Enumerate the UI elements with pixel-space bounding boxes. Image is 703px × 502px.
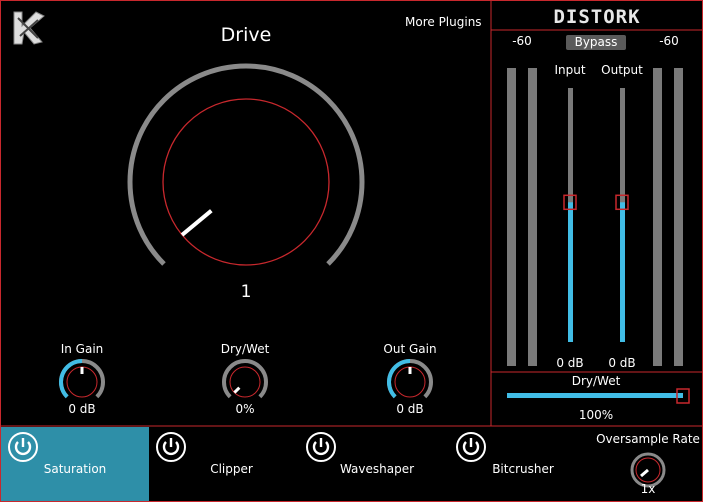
- meters-panel: [507, 68, 683, 366]
- dry-wet-knob-value: 0%: [235, 402, 255, 416]
- tab-label: Clipper: [210, 462, 253, 476]
- tab-clipper[interactable]: Clipper: [149, 427, 299, 501]
- knob-fill: [59, 359, 83, 399]
- left-meter-bar-1: [507, 68, 516, 366]
- input-fader-fill: [568, 202, 573, 342]
- tab-waveshaper[interactable]: Waveshaper: [299, 427, 449, 501]
- drive-value: 1: [240, 282, 252, 302]
- left-meter-bar-2: [528, 68, 537, 366]
- tab-label: Waveshaper: [339, 462, 415, 476]
- in-gain-knob-value: 0 dB: [68, 402, 96, 416]
- tab-saturation[interactable]: Saturation: [1, 427, 149, 501]
- drive-knob[interactable]: [120, 55, 370, 295]
- tab-label: Saturation: [43, 462, 107, 476]
- power-icon: [306, 432, 336, 462]
- power-icon: [8, 432, 38, 462]
- power-icon: [456, 432, 486, 462]
- oversample-label: Oversample Rate: [596, 432, 700, 446]
- knob-fill: [387, 359, 411, 399]
- input-value: 0 dB: [556, 356, 584, 370]
- output-value: 0 dB: [608, 356, 636, 370]
- output-fader-fill: [620, 202, 625, 342]
- tab-label: Bitcrusher: [492, 462, 554, 476]
- drywet-slider-value: 100%: [578, 408, 614, 422]
- knob-pointer: [233, 386, 241, 394]
- drive-label: Drive: [220, 24, 272, 46]
- drive-knob-pointer: [180, 209, 213, 237]
- drywet-slider-fill: [507, 393, 683, 398]
- more-plugins-link[interactable]: More Plugins: [405, 15, 482, 29]
- stylized-k-logo-icon: [13, 11, 45, 45]
- out-gain-knob-value: 0 dB: [396, 402, 424, 416]
- right-meter-bar-2: [674, 68, 683, 366]
- power-icon: [156, 432, 186, 462]
- product-logo-text: DISTORK: [553, 6, 641, 28]
- right-meter-bar-1: [653, 68, 662, 366]
- drive-knob-ring: [162, 98, 330, 266]
- oversample-value: 1x: [640, 482, 656, 496]
- tab-bitcrusher[interactable]: Bitcrusher: [449, 427, 599, 501]
